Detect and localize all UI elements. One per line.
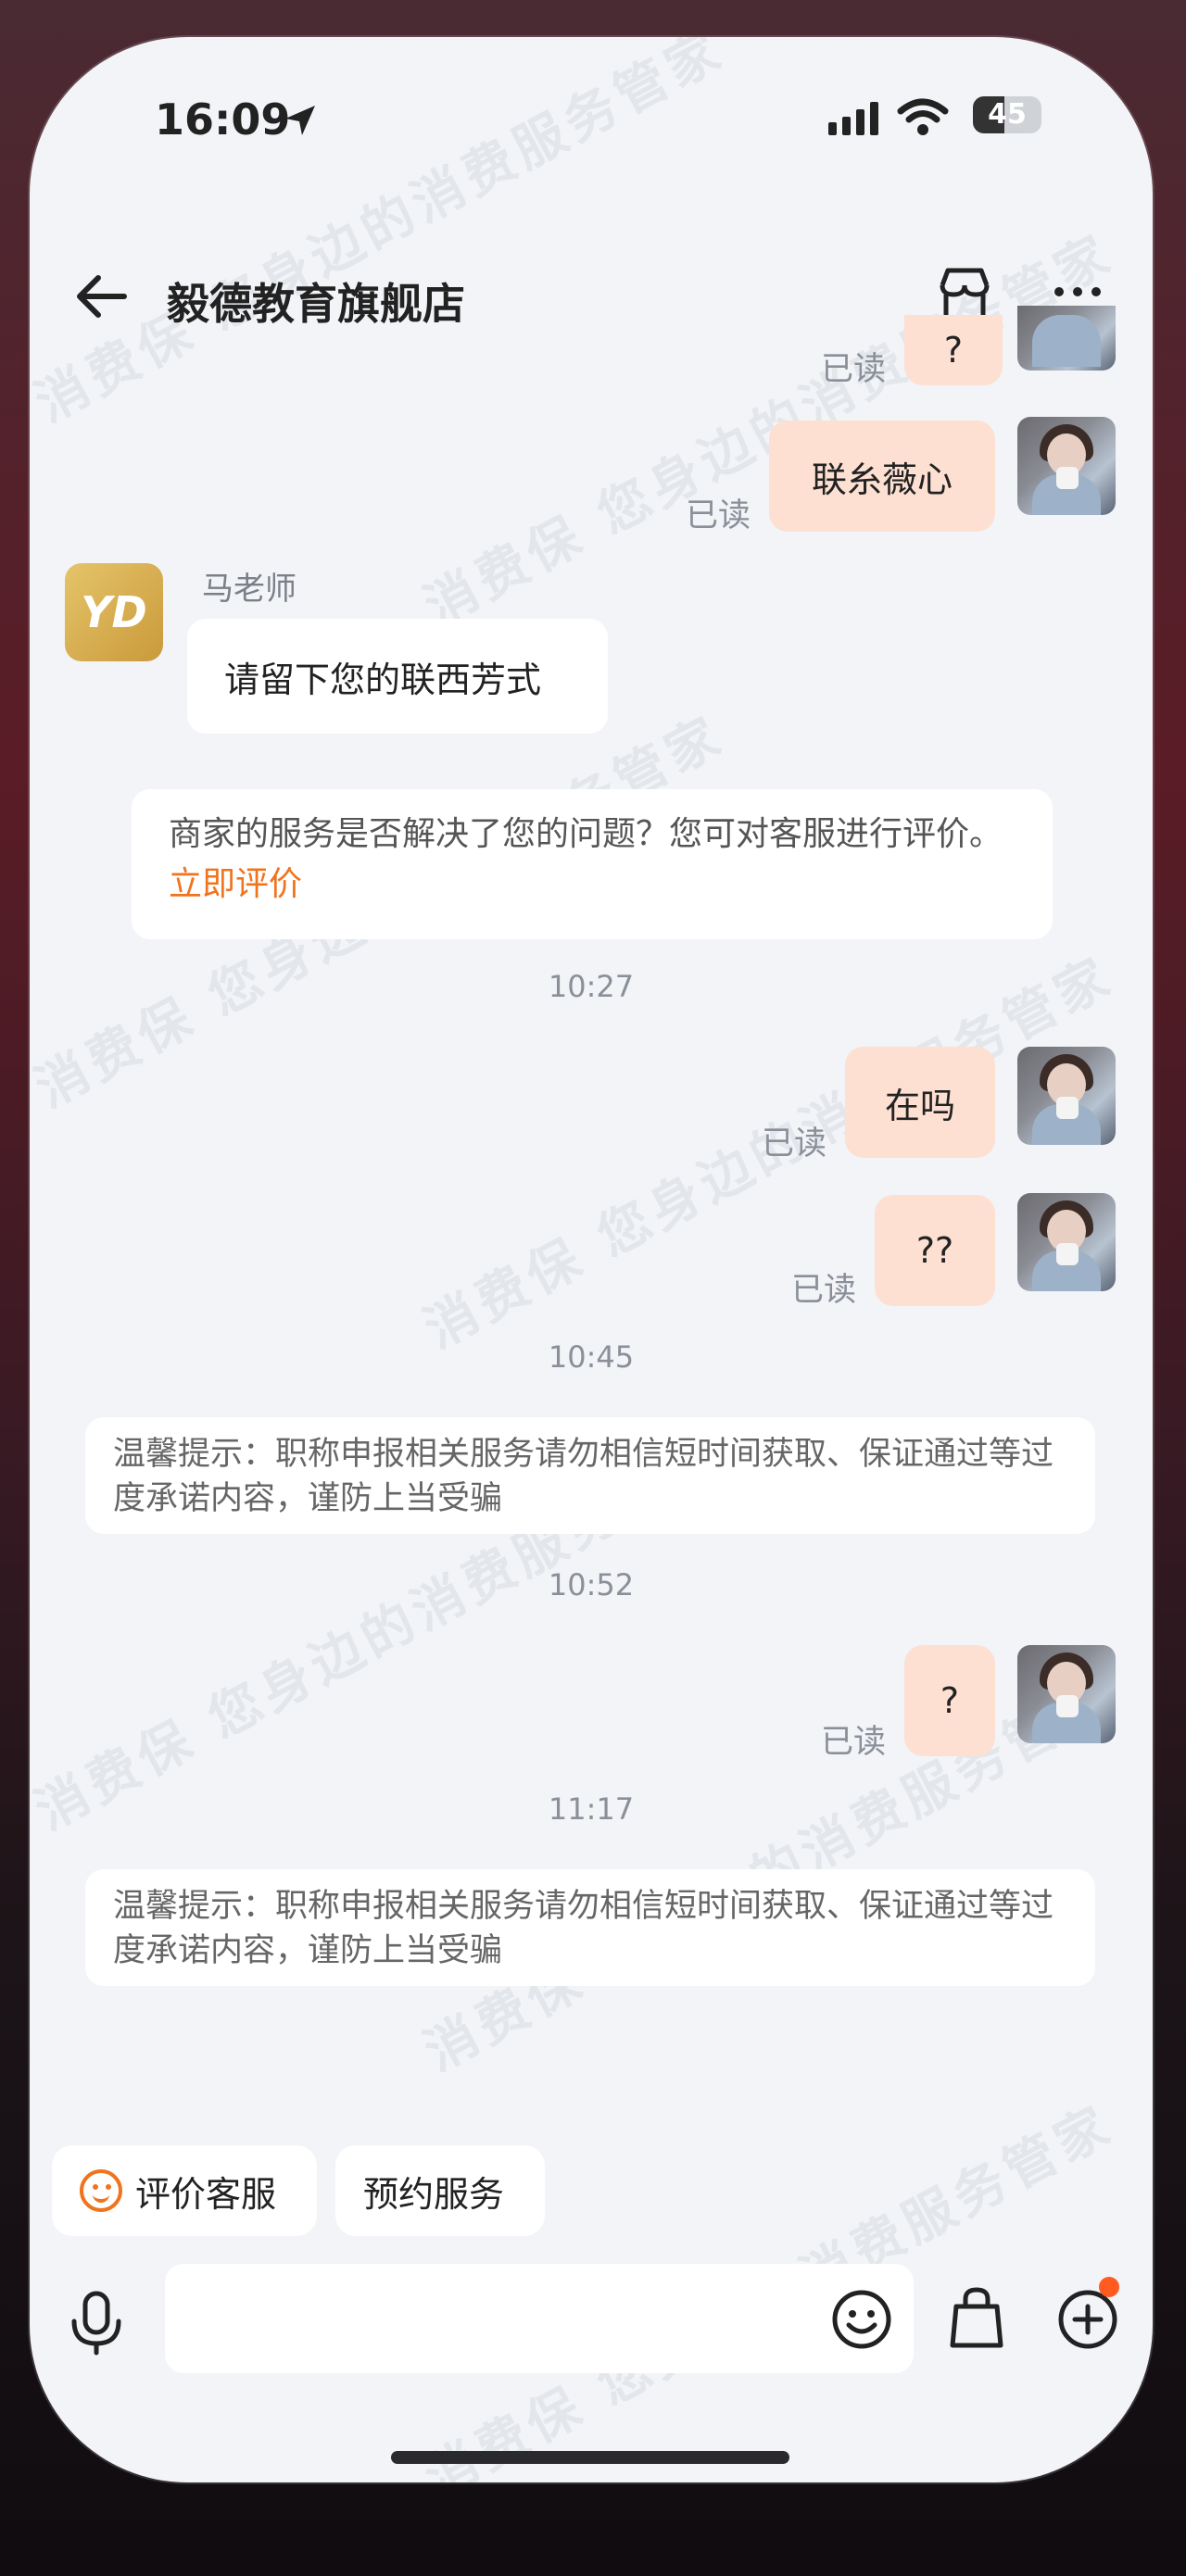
battery-level: 45 — [988, 98, 1027, 131]
my-message-bubble[interactable]: 在吗 — [845, 1047, 995, 1158]
home-indicator — [391, 2451, 789, 2464]
timestamp: 10:52 — [548, 1567, 635, 1602]
my-message-bubble[interactable]: ?? — [875, 1195, 995, 1306]
smile-icon — [80, 2169, 122, 2212]
book-service-button[interactable]: 预约服务 — [335, 2145, 545, 2236]
sender-name: 马老师 — [202, 571, 296, 608]
book-service-label: 预约服务 — [363, 2173, 505, 2215]
status-bar: 16:09 45 — [30, 37, 1153, 204]
rate-service-label: 评价客服 — [135, 2173, 277, 2215]
location-arrow-icon — [285, 106, 315, 135]
status-time: 16:09 — [155, 94, 291, 145]
read-receipt: 已读 — [686, 497, 751, 534]
microphone-icon[interactable] — [67, 2290, 126, 2356]
emoji-icon[interactable] — [830, 2288, 893, 2351]
cellular-signal-icon — [828, 102, 878, 135]
rating-prompt-card: 商家的服务是否解决了您的问题？您可对客服进行评价。立即评价 — [132, 789, 1053, 939]
my-message-bubble[interactable]: 联糸薇心 — [769, 421, 995, 532]
warning-tip-card: 温馨提示：职称申报相关服务请勿相信短时间获取、保证通过等过度承诺内容，谨防上当受… — [85, 1417, 1095, 1534]
my-message-bubble[interactable]: ? — [904, 1645, 995, 1756]
read-receipt: 已读 — [762, 1125, 827, 1162]
read-receipt: 已读 — [821, 351, 887, 388]
notification-dot — [1099, 2277, 1119, 2297]
input-bar — [30, 2260, 1153, 2390]
message-input[interactable] — [165, 2264, 914, 2373]
read-receipt: 已读 — [821, 1724, 887, 1761]
rate-service-button[interactable]: 评价客服 — [52, 2145, 317, 2236]
received-message-bubble[interactable]: 请留下您的联西芳式 — [187, 619, 608, 734]
timestamp: 11:17 — [548, 1791, 635, 1827]
page-title: 毅德教育旗舰店 — [167, 279, 465, 329]
my-message-bubble[interactable]: ? — [904, 315, 1003, 385]
rating-prompt-text: 商家的服务是否解决了您的问题？您可对客服进行评价。 — [169, 815, 1003, 853]
my-avatar[interactable] — [1017, 1047, 1116, 1145]
shopping-bag-icon[interactable] — [947, 2284, 1006, 2351]
back-arrow-icon[interactable] — [72, 267, 132, 326]
read-receipt: 已读 — [791, 1272, 857, 1309]
my-avatar[interactable] — [1017, 417, 1116, 515]
my-avatar[interactable] — [1017, 306, 1116, 371]
timestamp: 10:45 — [548, 1339, 635, 1375]
wifi-icon — [897, 98, 949, 135]
add-more-icon[interactable] — [1056, 2288, 1119, 2351]
my-avatar[interactable] — [1017, 1645, 1116, 1743]
shop-logo[interactable]: YD — [65, 563, 163, 661]
battery-icon: 45 — [973, 96, 1041, 133]
my-avatar[interactable] — [1017, 1193, 1116, 1291]
rate-now-link[interactable]: 立即评价 — [169, 865, 302, 903]
phone-screen: 消费保 您身边的消费服务管家 消费保 您身边的消费服务管家 消费保 您身边的消费… — [30, 37, 1153, 2482]
more-options-icon[interactable] — [1054, 287, 1101, 296]
warning-tip-card: 温馨提示：职称申报相关服务请勿相信短时间获取、保证通过等过度承诺内容，谨防上当受… — [85, 1869, 1095, 1986]
timestamp: 10:27 — [548, 969, 635, 1004]
